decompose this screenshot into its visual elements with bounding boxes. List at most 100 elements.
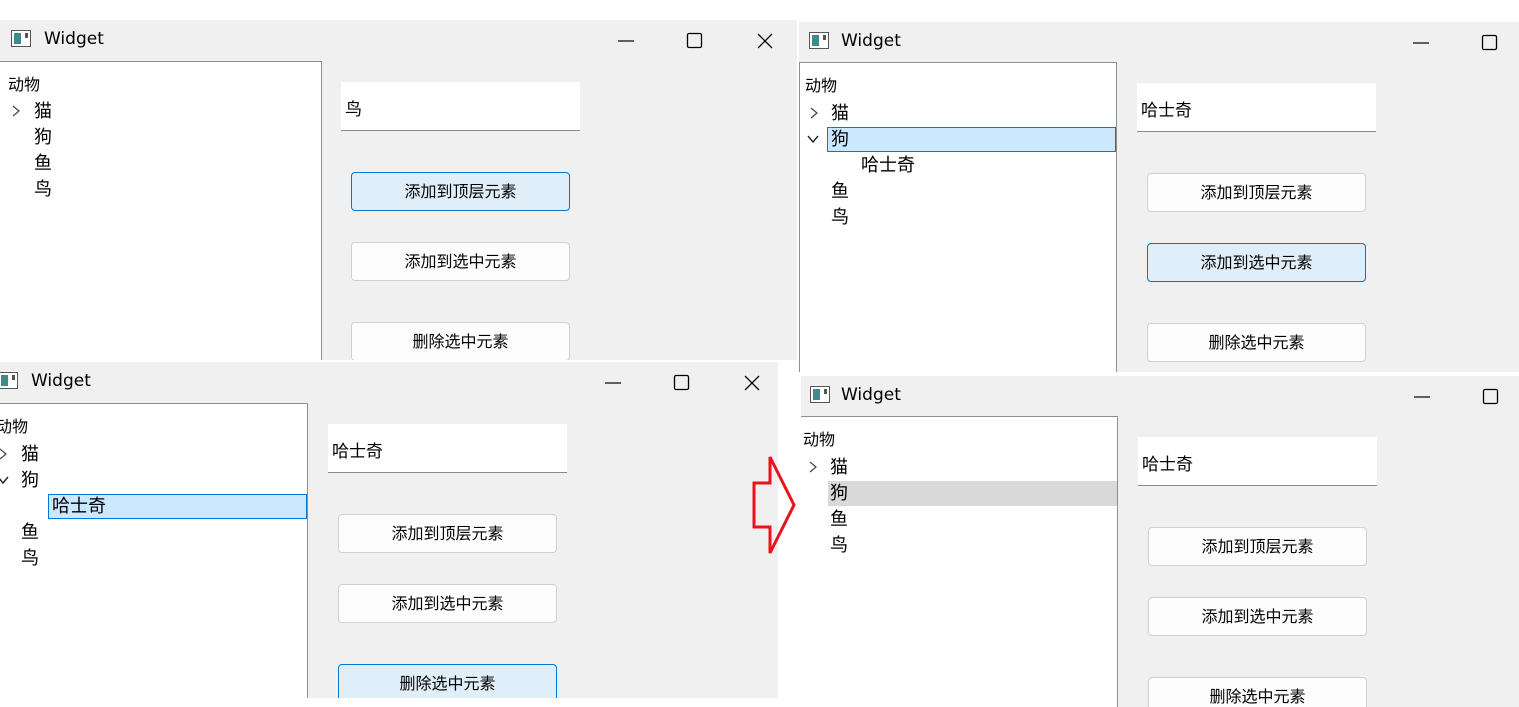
- add-top-level-button[interactable]: 添加到顶层元素: [351, 172, 570, 211]
- tree-item-label: 狗: [21, 470, 39, 491]
- delete-selected-button[interactable]: 删除选中元素: [351, 322, 570, 360]
- chevron-right-icon[interactable]: [806, 460, 820, 474]
- window-title: Widget: [44, 29, 104, 49]
- maximize-icon[interactable]: [1481, 387, 1501, 407]
- maximize-icon[interactable]: [1480, 33, 1500, 53]
- right-arrow-icon: [752, 456, 796, 554]
- button-label: 删除选中元素: [399, 674, 496, 693]
- delete-selected-button[interactable]: 删除选中元素: [1148, 677, 1367, 707]
- maximize-icon[interactable]: [672, 373, 692, 393]
- tree-item-bird[interactable]: 鸟: [0, 177, 321, 202]
- window-title: Widget: [841, 31, 901, 51]
- delete-selected-button[interactable]: 删除选中元素: [338, 664, 557, 698]
- tree-item-fish[interactable]: 鱼: [0, 151, 321, 176]
- tree-item-label: 鸟: [830, 535, 848, 556]
- tree-item-label: 哈士奇: [52, 496, 106, 517]
- tree-item-fish[interactable]: 鱼: [801, 507, 1117, 532]
- minimize-icon[interactable]: [603, 373, 623, 393]
- title-bar[interactable]: Widget: [0, 20, 797, 62]
- tree-item-label: 狗: [34, 127, 52, 148]
- minimize-icon[interactable]: [1411, 33, 1431, 53]
- button-label: 添加到选中元素: [391, 594, 504, 613]
- chevron-down-icon[interactable]: [0, 473, 10, 487]
- add-to-selected-button[interactable]: 添加到选中元素: [1147, 243, 1366, 282]
- text-input[interactable]: 哈士奇: [328, 424, 567, 473]
- button-label: 添加到顶层元素: [391, 524, 504, 543]
- tree-widget[interactable]: 动物 猫 狗 哈士奇 鱼 鸟: [799, 62, 1117, 372]
- tree-item-bird[interactable]: 鸟: [801, 533, 1117, 558]
- tree-item-cat[interactable]: 猫: [0, 442, 307, 467]
- add-top-level-button[interactable]: 添加到顶层元素: [1148, 527, 1367, 566]
- delete-selected-button[interactable]: 删除选中元素: [1147, 323, 1366, 362]
- minimize-icon[interactable]: [616, 31, 636, 51]
- tree-widget[interactable]: 动物 猫 狗 鱼 鸟: [0, 61, 322, 360]
- title-bar[interactable]: Widget: [801, 376, 1519, 418]
- title-bar[interactable]: Widget: [0, 362, 778, 404]
- chevron-down-icon[interactable]: [806, 132, 820, 146]
- button-label: 添加到顶层元素: [1201, 537, 1314, 556]
- widget-window-1: Widget 动物 猫 狗 鱼 鸟 鸟 添加到顶层元素 添加到选中元素 删除选中…: [0, 20, 797, 360]
- add-to-selected-button[interactable]: 添加到选中元素: [1148, 597, 1367, 636]
- tree-item-bird[interactable]: 鸟: [0, 546, 307, 571]
- chevron-right-icon[interactable]: [0, 447, 10, 461]
- add-top-level-button[interactable]: 添加到顶层元素: [338, 514, 557, 553]
- tree-item-child[interactable]: 哈士奇: [48, 494, 307, 519]
- tree-item-label: 猫: [21, 444, 39, 465]
- tree-item-label: 狗: [830, 483, 848, 504]
- button-label: 添加到顶层元素: [1200, 183, 1313, 202]
- tree-item-label: 鸟: [34, 179, 52, 200]
- tree-widget[interactable]: 动物 猫 狗 鱼 鸟: [801, 416, 1118, 707]
- window-title: Widget: [841, 385, 901, 405]
- tree-item-label: 鸟: [21, 548, 39, 569]
- tree-item-dog[interactable]: 狗: [828, 481, 1117, 506]
- title-bar[interactable]: Widget: [799, 22, 1519, 64]
- tree-item-label: 鱼: [831, 181, 849, 202]
- tree-item-dog[interactable]: 狗: [0, 468, 307, 493]
- tree-item-label: 鱼: [34, 153, 52, 174]
- tree-item-fish[interactable]: 鱼: [0, 520, 307, 545]
- chevron-right-icon[interactable]: [807, 106, 821, 120]
- tree-item-dog[interactable]: 狗: [827, 127, 1116, 152]
- button-label: 添加到顶层元素: [404, 182, 517, 201]
- text-input[interactable]: 哈士奇: [1138, 437, 1377, 486]
- tree-item-bird[interactable]: 鸟: [800, 205, 1116, 230]
- tree-item-label: 狗: [831, 129, 849, 150]
- tree-item-label: 哈士奇: [861, 155, 915, 176]
- minimize-icon[interactable]: [1412, 387, 1432, 407]
- add-to-selected-button[interactable]: 添加到选中元素: [338, 584, 557, 623]
- tree-header: 动物: [805, 76, 838, 95]
- button-label: 添加到选中元素: [404, 252, 517, 271]
- tree-item-label: 鸟: [831, 207, 849, 228]
- tree-item-label: 猫: [34, 101, 52, 122]
- tree-item-fish[interactable]: 鱼: [800, 179, 1116, 204]
- tree-item-cat[interactable]: 猫: [800, 101, 1116, 126]
- text-input-value: 哈士奇: [1142, 455, 1193, 475]
- tree-item-label: 鱼: [21, 522, 39, 543]
- chevron-right-icon[interactable]: [9, 104, 23, 118]
- add-top-level-button[interactable]: 添加到顶层元素: [1147, 173, 1366, 212]
- tree-item-dog[interactable]: 狗: [0, 125, 321, 150]
- text-input-value: 哈士奇: [1141, 101, 1192, 121]
- text-input[interactable]: 哈士奇: [1137, 83, 1376, 132]
- add-to-selected-button[interactable]: 添加到选中元素: [351, 242, 570, 281]
- tree-item-child[interactable]: 哈士奇: [800, 153, 1116, 178]
- widget-window-2: Widget 动物 猫 狗 哈士奇 鱼 鸟 哈士奇 添加到顶层元素 添加到选中元…: [799, 22, 1519, 372]
- text-input-value: 鸟: [345, 100, 362, 120]
- button-label: 删除选中元素: [412, 332, 509, 351]
- tree-header: 动物: [8, 75, 41, 94]
- tree-item-cat[interactable]: 猫: [0, 99, 321, 124]
- button-label: 删除选中元素: [1209, 687, 1306, 706]
- close-icon[interactable]: [755, 31, 775, 51]
- tree-widget[interactable]: 动物 猫 狗 哈士奇 鱼 鸟: [0, 403, 308, 698]
- button-label: 删除选中元素: [1208, 333, 1305, 352]
- text-input[interactable]: 鸟: [341, 82, 580, 131]
- tree-header: 动物: [803, 430, 836, 449]
- tree-item-label: 鱼: [830, 509, 848, 530]
- widget-window-4: Widget 动物 猫 狗 鱼 鸟 哈士奇 添加到顶层元素 添加到选中元素 删除…: [801, 376, 1519, 707]
- qt-widget-icon: [0, 372, 18, 389]
- widget-window-3: Widget 动物 猫 狗 哈士奇 鱼 鸟 哈士奇 添加到顶层元素 添加到选中元…: [0, 362, 778, 698]
- tree-item-cat[interactable]: 猫: [801, 455, 1117, 480]
- qt-widget-icon: [11, 30, 31, 47]
- maximize-icon[interactable]: [685, 31, 705, 51]
- close-icon[interactable]: [742, 373, 762, 393]
